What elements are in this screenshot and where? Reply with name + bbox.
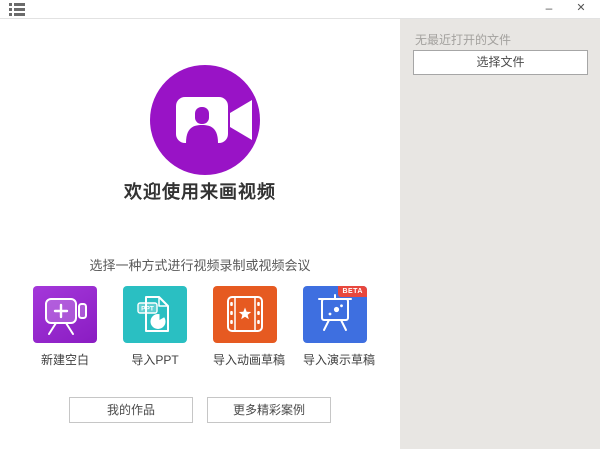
tile-import-animation-draft[interactable]: 导入动画草稿 [213, 286, 277, 368]
tile-label: 导入PPT [123, 351, 187, 368]
mode-select-subtitle: 选择一种方式进行视频录制或视频会议 [0, 255, 400, 274]
tile-label: 新建空白 [33, 351, 97, 368]
app-logo [150, 65, 260, 175]
bottom-buttons: 我的作品 更多精彩案例 [0, 397, 400, 423]
welcome-title: 欢迎使用来画视频 [0, 178, 400, 204]
my-works-button[interactable]: 我的作品 [69, 397, 193, 423]
camera-plus-icon [33, 286, 97, 343]
svg-text:PPT: PPT [141, 306, 154, 313]
choose-file-button[interactable]: 选择文件 [413, 50, 588, 75]
tile-label: 导入演示草稿 [303, 351, 367, 368]
tile-import-ppt[interactable]: PPT 导入PPT [123, 286, 187, 368]
minimize-button[interactable]: – [534, 0, 564, 19]
no-recent-files-text: 无最近打开的文件 [415, 31, 511, 48]
more-examples-button[interactable]: 更多精彩案例 [207, 397, 331, 423]
recent-files-sidebar: 无最近打开的文件 选择文件 [400, 19, 600, 449]
hamburger-menu-icon[interactable] [9, 3, 25, 16]
tile-import-presentation-draft[interactable]: BETA 导入演示草稿 [303, 286, 367, 368]
filmstrip-star-icon [213, 286, 277, 343]
mode-tiles: 新建空白 PPT 导入PPT [0, 286, 400, 368]
tile-new-blank[interactable]: 新建空白 [33, 286, 97, 368]
video-camera-icon [150, 65, 260, 175]
main-area: 欢迎使用来画视频 选择一种方式进行视频录制或视频会议 新建空白 PPT [0, 20, 400, 449]
close-button[interactable]: ✕ [566, 0, 596, 19]
title-bar: – ✕ [0, 0, 600, 19]
tile-label: 导入动画草稿 [213, 351, 277, 368]
ppt-document-icon: PPT [123, 286, 187, 343]
beta-badge: BETA [338, 286, 367, 297]
